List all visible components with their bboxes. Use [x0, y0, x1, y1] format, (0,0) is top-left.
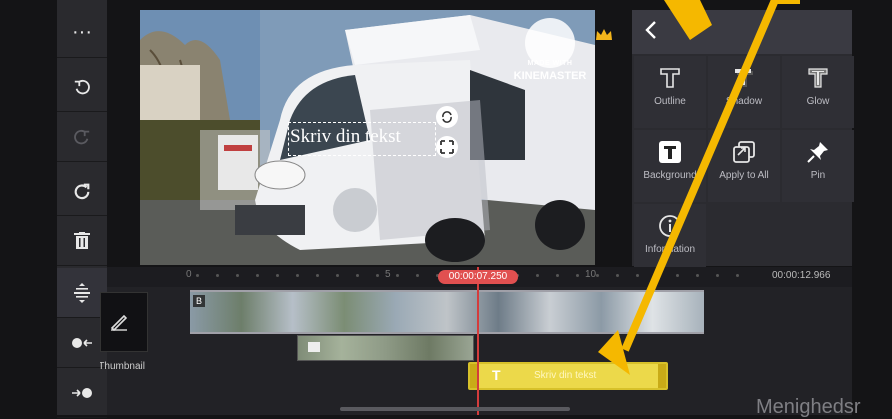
annotation-arrows	[598, 0, 800, 375]
corner-caption: Menighedsr	[756, 396, 861, 418]
